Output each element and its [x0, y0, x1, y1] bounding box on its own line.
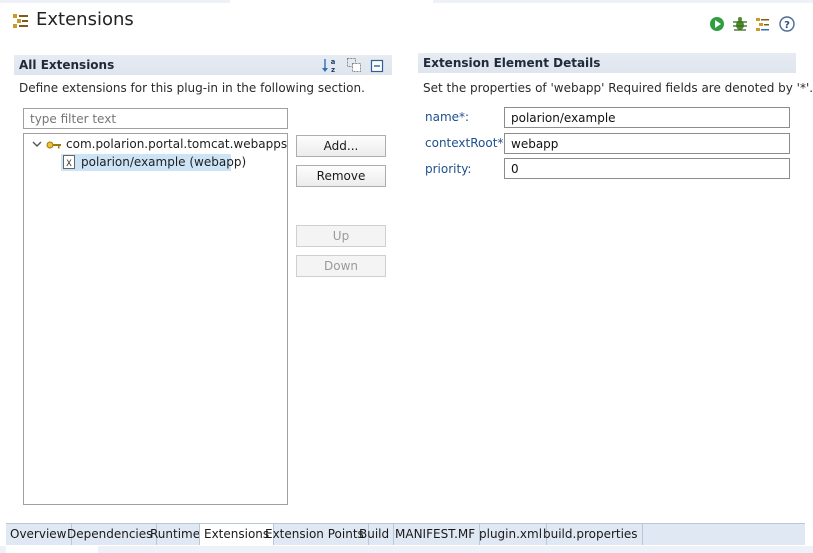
tab-plugin-xml[interactable]: plugin.xml — [475, 524, 548, 545]
plugin-extensions-icon — [12, 12, 30, 30]
name-label: name*: — [425, 110, 470, 124]
details-title: Extension Element Details — [423, 56, 601, 70]
tab-extension-points[interactable]: Extension Points — [261, 524, 369, 545]
tab-overview[interactable]: Overview — [6, 524, 72, 545]
chevron-down-icon[interactable] — [32, 138, 42, 152]
context-root-label: contextRoot*: — [425, 136, 508, 150]
tree-node-example-webapp[interactable]: X polarion/example (webapp) — [61, 154, 246, 171]
extensions-tree[interactable]: com.polarion.portal.tomcat.webapps X pol… — [23, 133, 288, 505]
tab-build[interactable]: Build — [355, 524, 395, 545]
priority-label: priority: — [425, 162, 472, 176]
down-button[interactable]: Down — [296, 255, 386, 277]
all-extensions-description: Define extensions for this plug-in in th… — [19, 81, 365, 95]
svg-text:z: z — [331, 66, 335, 73]
tab-build-properties[interactable]: build.properties — [539, 524, 643, 545]
remove-button[interactable]: Remove — [296, 165, 386, 187]
sort-alpha-icon[interactable]: a z — [322, 57, 338, 74]
filter-input[interactable] — [23, 108, 288, 129]
tree-node-label: com.polarion.portal.tomcat.webapps — [66, 137, 288, 151]
extension-settings-icon[interactable] — [755, 16, 771, 32]
show-extension-content-icon[interactable] — [346, 57, 362, 73]
debug-icon[interactable] — [732, 16, 748, 32]
priority-field[interactable] — [504, 158, 790, 179]
svg-text:X: X — [66, 159, 72, 169]
tab-manifest[interactable]: MANIFEST.MF — [391, 524, 481, 545]
tab-runtime[interactable]: Runtime — [146, 524, 206, 545]
name-field[interactable] — [504, 107, 790, 128]
tree-node-label: polarion/example (webapp) — [81, 155, 247, 169]
top-edge-strip — [0, 0, 813, 3]
tab-dependencies[interactable]: Dependencies — [63, 524, 158, 545]
xml-element-icon: X — [63, 155, 75, 169]
add-button[interactable]: Add... — [296, 135, 386, 157]
extension-point-icon — [46, 138, 62, 152]
collapse-all-icon[interactable] — [370, 59, 384, 73]
context-root-field[interactable] — [504, 133, 790, 154]
editor-tabs: Overview Dependencies Runtime Extensions… — [6, 523, 805, 545]
page-title: Extensions — [36, 9, 134, 30]
svg-text:?: ? — [784, 20, 790, 31]
run-icon[interactable] — [709, 16, 725, 32]
bottom-edge-strip — [0, 546, 813, 553]
svg-text:a: a — [331, 58, 336, 66]
up-button[interactable]: Up — [296, 225, 386, 247]
details-description: Set the properties of 'webapp' Required … — [423, 81, 813, 95]
help-icon[interactable]: ? — [779, 16, 795, 32]
all-extensions-title: All Extensions — [19, 58, 115, 72]
